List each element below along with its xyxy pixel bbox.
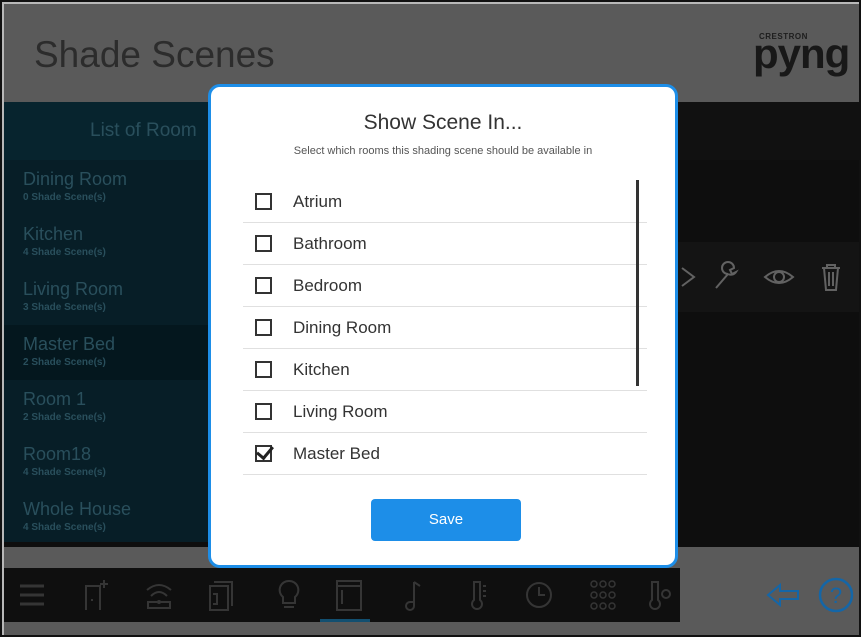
checkbox[interactable] [255,403,272,420]
room-option-dining-room[interactable]: Dining Room [243,307,647,349]
checkbox[interactable] [255,235,272,252]
checkbox-checked[interactable] [255,445,272,462]
room-option-label: Atrium [293,192,343,211]
checkbox[interactable] [255,193,272,210]
room-option-label: Living Room [293,402,388,421]
room-option-kitchen[interactable]: Kitchen [243,349,647,391]
checkbox[interactable] [255,319,272,336]
room-option-label: Bedroom [293,276,362,295]
dialog-title: Show Scene In... [363,111,523,134]
room-option-label: Kitchen [293,360,350,379]
checkbox[interactable] [255,361,272,378]
room-option-label: Bathroom [293,234,367,253]
room-option-bathroom[interactable]: Bathroom [243,223,647,265]
room-option-master-bed[interactable]: Master Bed [243,433,647,475]
list-scrollbar[interactable] [636,180,639,386]
room-option-living-room[interactable]: Living Room [243,391,647,433]
dialog-subtitle: Select which rooms this shading scene sh… [293,145,593,157]
room-option-label: Master Bed [293,444,380,463]
app-frame: Shade Scenes CRESTRON pyng List of Room … [0,0,861,637]
room-option-label: Dining Room [293,318,392,337]
room-checkbox-list: Atrium Bathroom Bedroom Dining Room Kitc… [243,181,647,475]
save-button[interactable]: Save [371,499,521,541]
checkbox[interactable] [255,277,272,294]
room-option-atrium[interactable]: Atrium [243,181,647,223]
show-scene-in-dialog: Show Scene In... Select which rooms this… [208,84,678,568]
room-option-bedroom[interactable]: Bedroom [243,265,647,307]
